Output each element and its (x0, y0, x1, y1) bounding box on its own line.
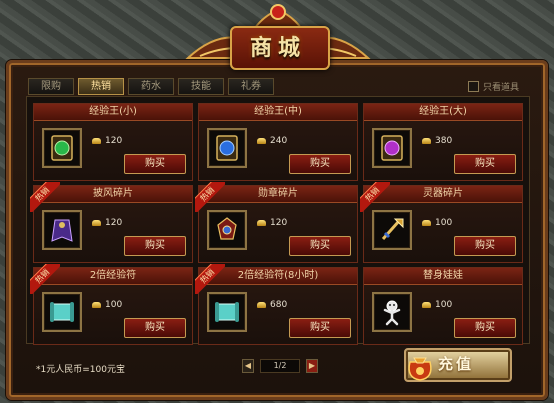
window-title: 商城 (249, 36, 306, 61)
item-grid: 经验王(小) 120 购买 经验王(中) 240 购买 经验王(大) 380 购… (26, 96, 530, 345)
item-name: 勋章碎片 (199, 186, 357, 203)
item-card: 2倍经验符(8小时) 680 购买 热销 (195, 264, 358, 345)
item-slot[interactable] (42, 210, 82, 250)
item-price: 120 (92, 218, 122, 228)
ingot-icon (422, 302, 431, 308)
ingot-icon (422, 138, 431, 144)
cape-fragment-icon (51, 219, 73, 242)
item-slot[interactable] (207, 210, 247, 250)
tab-limited[interactable]: 限购 (28, 78, 74, 95)
pagination: ◀ 1/2 ▶ (242, 359, 318, 373)
item-price: 120 (257, 218, 287, 228)
prev-page-button[interactable]: ◀ (242, 359, 254, 373)
item-slot[interactable] (372, 210, 412, 250)
double-exp-scroll-8h-icon (215, 302, 239, 322)
item-slot[interactable] (372, 292, 412, 332)
buy-button[interactable]: 购买 (454, 236, 516, 256)
item-card: 经验王(中) 240 购买 (198, 103, 358, 181)
buy-button[interactable]: 购买 (289, 236, 351, 256)
item-name: 替身娃娃 (364, 268, 522, 285)
item-name: 2倍经验符(8小时) (199, 268, 357, 285)
item-card: 灵器碎片 100 购买 热销 (360, 182, 523, 263)
item-slot[interactable] (207, 128, 247, 168)
spirit-weapon-fragment-icon (381, 218, 404, 240)
item-name: 灵器碎片 (364, 186, 522, 203)
tab-potions[interactable]: 药水 (128, 78, 174, 95)
buy-button[interactable]: 购买 (454, 318, 516, 338)
filter-label: 只看道具 (483, 83, 520, 93)
buy-button[interactable]: 购买 (454, 154, 516, 174)
item-only-filter[interactable]: 只看道具 (468, 80, 519, 93)
item-slot[interactable] (42, 128, 82, 168)
exchange-rate-note: *1元人民币=100元宝 (36, 365, 125, 375)
item-name: 2倍经验符 (34, 268, 192, 285)
tab-hot[interactable]: 热销 (78, 78, 124, 95)
medal-fragment-icon (217, 217, 237, 240)
ingot-icon (257, 138, 266, 144)
item-slot[interactable] (207, 292, 247, 332)
green-gem-book-icon (51, 135, 73, 161)
item-price: 100 (422, 300, 452, 310)
item-name: 经验王(中) (199, 104, 357, 121)
item-card: 经验王(小) 120 购买 (33, 103, 193, 181)
filter-checkbox[interactable] (468, 81, 479, 92)
item-slot[interactable] (372, 128, 412, 168)
buy-button[interactable]: 购买 (289, 318, 351, 338)
category-tabs: 限购 热销 药水 技能 礼券 (28, 78, 274, 96)
item-name: 经验王(大) (364, 104, 522, 121)
tab-vouchers[interactable]: 礼券 (228, 78, 274, 95)
money-bag-icon (408, 357, 432, 381)
item-price: 680 (257, 300, 287, 310)
ingot-icon (257, 302, 266, 308)
blue-gem-book-icon (216, 135, 238, 161)
double-exp-scroll-icon (50, 302, 74, 322)
ingot-icon (257, 220, 266, 226)
item-price: 380 (422, 136, 452, 146)
ingot-icon (92, 302, 101, 308)
purple-gem-book-icon (381, 135, 403, 161)
item-price: 120 (92, 136, 122, 146)
buy-button[interactable]: 购买 (124, 236, 186, 256)
ingot-icon (92, 220, 101, 226)
item-card: 替身娃娃 100 购买 (363, 267, 523, 345)
item-price: 100 (422, 218, 452, 228)
buy-button[interactable]: 购买 (289, 154, 351, 174)
tab-skills[interactable]: 技能 (178, 78, 224, 95)
page-indicator: 1/2 (260, 359, 300, 373)
item-price: 100 (92, 300, 122, 310)
buy-button[interactable]: 购买 (124, 154, 186, 174)
item-slot[interactable] (42, 292, 82, 332)
ingot-icon (92, 138, 101, 144)
buy-button[interactable]: 购买 (124, 318, 186, 338)
item-name: 经验王(小) (34, 104, 192, 121)
substitute-doll-icon (383, 300, 401, 326)
item-card: 2倍经验符 100 购买 热销 (30, 264, 193, 345)
next-page-button[interactable]: ▶ (306, 359, 318, 373)
ingot-icon (422, 220, 431, 226)
item-price: 240 (257, 136, 287, 146)
item-card: 勋章碎片 120 购买 热销 (195, 182, 358, 263)
item-name: 披风碎片 (34, 186, 192, 203)
item-card: 经验王(大) 380 购买 (363, 103, 523, 181)
recharge-label: 充值 (438, 355, 475, 373)
item-card: 披风碎片 120 购买 热销 (30, 182, 193, 263)
